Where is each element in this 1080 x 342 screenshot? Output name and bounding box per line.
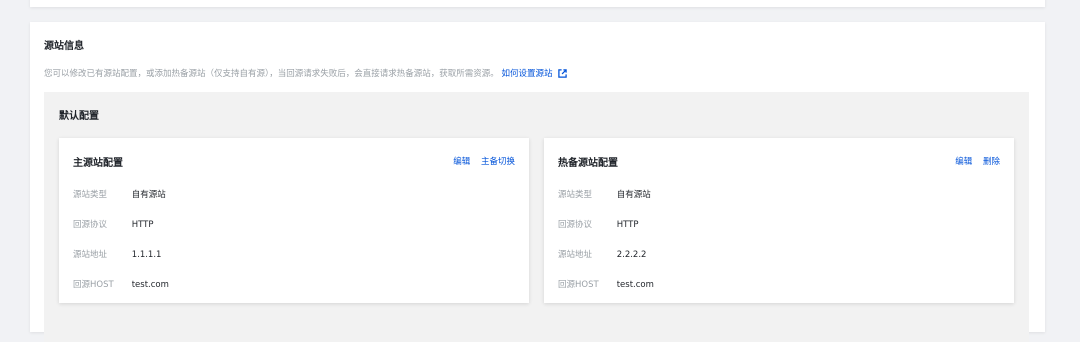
backup-row-host: 回源HOST test.com — [558, 278, 654, 290]
backup-edit-button[interactable]: 编辑 — [955, 157, 972, 167]
primary-origin-title: 主源站配置 — [73, 158, 123, 169]
section-description: 您可以修改已有源站配置，或添加热备源站（仅支持自有源），当回源请求失败后，会直接… — [44, 67, 567, 81]
field-label: 回源协议 — [558, 220, 593, 230]
primary-origin-actions: 编辑 主备切换 — [445, 155, 515, 167]
field-value: 2.2.2.2 — [616, 250, 647, 260]
external-link-icon[interactable] — [558, 69, 567, 81]
field-label: 回源HOST — [558, 280, 599, 290]
default-config-panel: 默认配置 主源站配置 编辑 主备切换 源站类型 自有源站 回源协议 HTTP 源… — [44, 92, 1029, 342]
how-to-set-origin-link[interactable]: 如何设置源站 — [501, 69, 552, 79]
primary-row-address: 源站地址 1.1.1.1 — [73, 248, 161, 260]
field-value: HTTP — [616, 220, 639, 230]
primary-edit-button[interactable]: 编辑 — [453, 157, 470, 167]
field-label: 源站地址 — [73, 250, 108, 260]
field-value: 自有源站 — [616, 190, 651, 200]
primary-switch-button[interactable]: 主备切换 — [481, 157, 515, 167]
description-text: 您可以修改已有源站配置，或添加热备源站（仅支持自有源），当回源请求失败后，会直接… — [44, 69, 499, 79]
field-label: 回源协议 — [73, 220, 108, 230]
field-value: HTTP — [131, 220, 154, 230]
backup-row-address: 源站地址 2.2.2.2 — [558, 248, 646, 260]
field-value: 自有源站 — [131, 190, 166, 200]
field-value: 1.1.1.1 — [131, 250, 162, 260]
field-value: test.com — [616, 280, 654, 290]
backup-origin-title: 热备源站配置 — [558, 158, 618, 169]
backup-origin-card: 热备源站配置 编辑 删除 源站类型 自有源站 回源协议 HTTP 源站地址 2.… — [544, 138, 1014, 303]
field-label: 源站类型 — [558, 190, 593, 200]
field-value: test.com — [131, 280, 169, 290]
previous-card — [30, 0, 1045, 7]
primary-origin-card: 主源站配置 编辑 主备切换 源站类型 自有源站 回源协议 HTTP 源站地址 1… — [59, 138, 529, 303]
section-title: 源站信息 — [44, 41, 84, 52]
origin-info-card: 源站信息 您可以修改已有源站配置，或添加热备源站（仅支持自有源），当回源请求失败… — [30, 22, 1045, 342]
field-label: 回源HOST — [73, 280, 114, 290]
primary-row-host: 回源HOST test.com — [73, 278, 169, 290]
primary-row-origin-type: 源站类型 自有源站 — [73, 188, 166, 200]
backup-origin-actions: 编辑 删除 — [947, 155, 1000, 167]
primary-row-protocol: 回源协议 HTTP — [73, 218, 153, 230]
default-config-title: 默认配置 — [59, 111, 99, 122]
backup-row-protocol: 回源协议 HTTP — [558, 218, 638, 230]
backup-row-origin-type: 源站类型 自有源站 — [558, 188, 651, 200]
backup-delete-button[interactable]: 删除 — [983, 157, 1000, 167]
field-label: 源站地址 — [558, 250, 593, 260]
field-label: 源站类型 — [73, 190, 108, 200]
